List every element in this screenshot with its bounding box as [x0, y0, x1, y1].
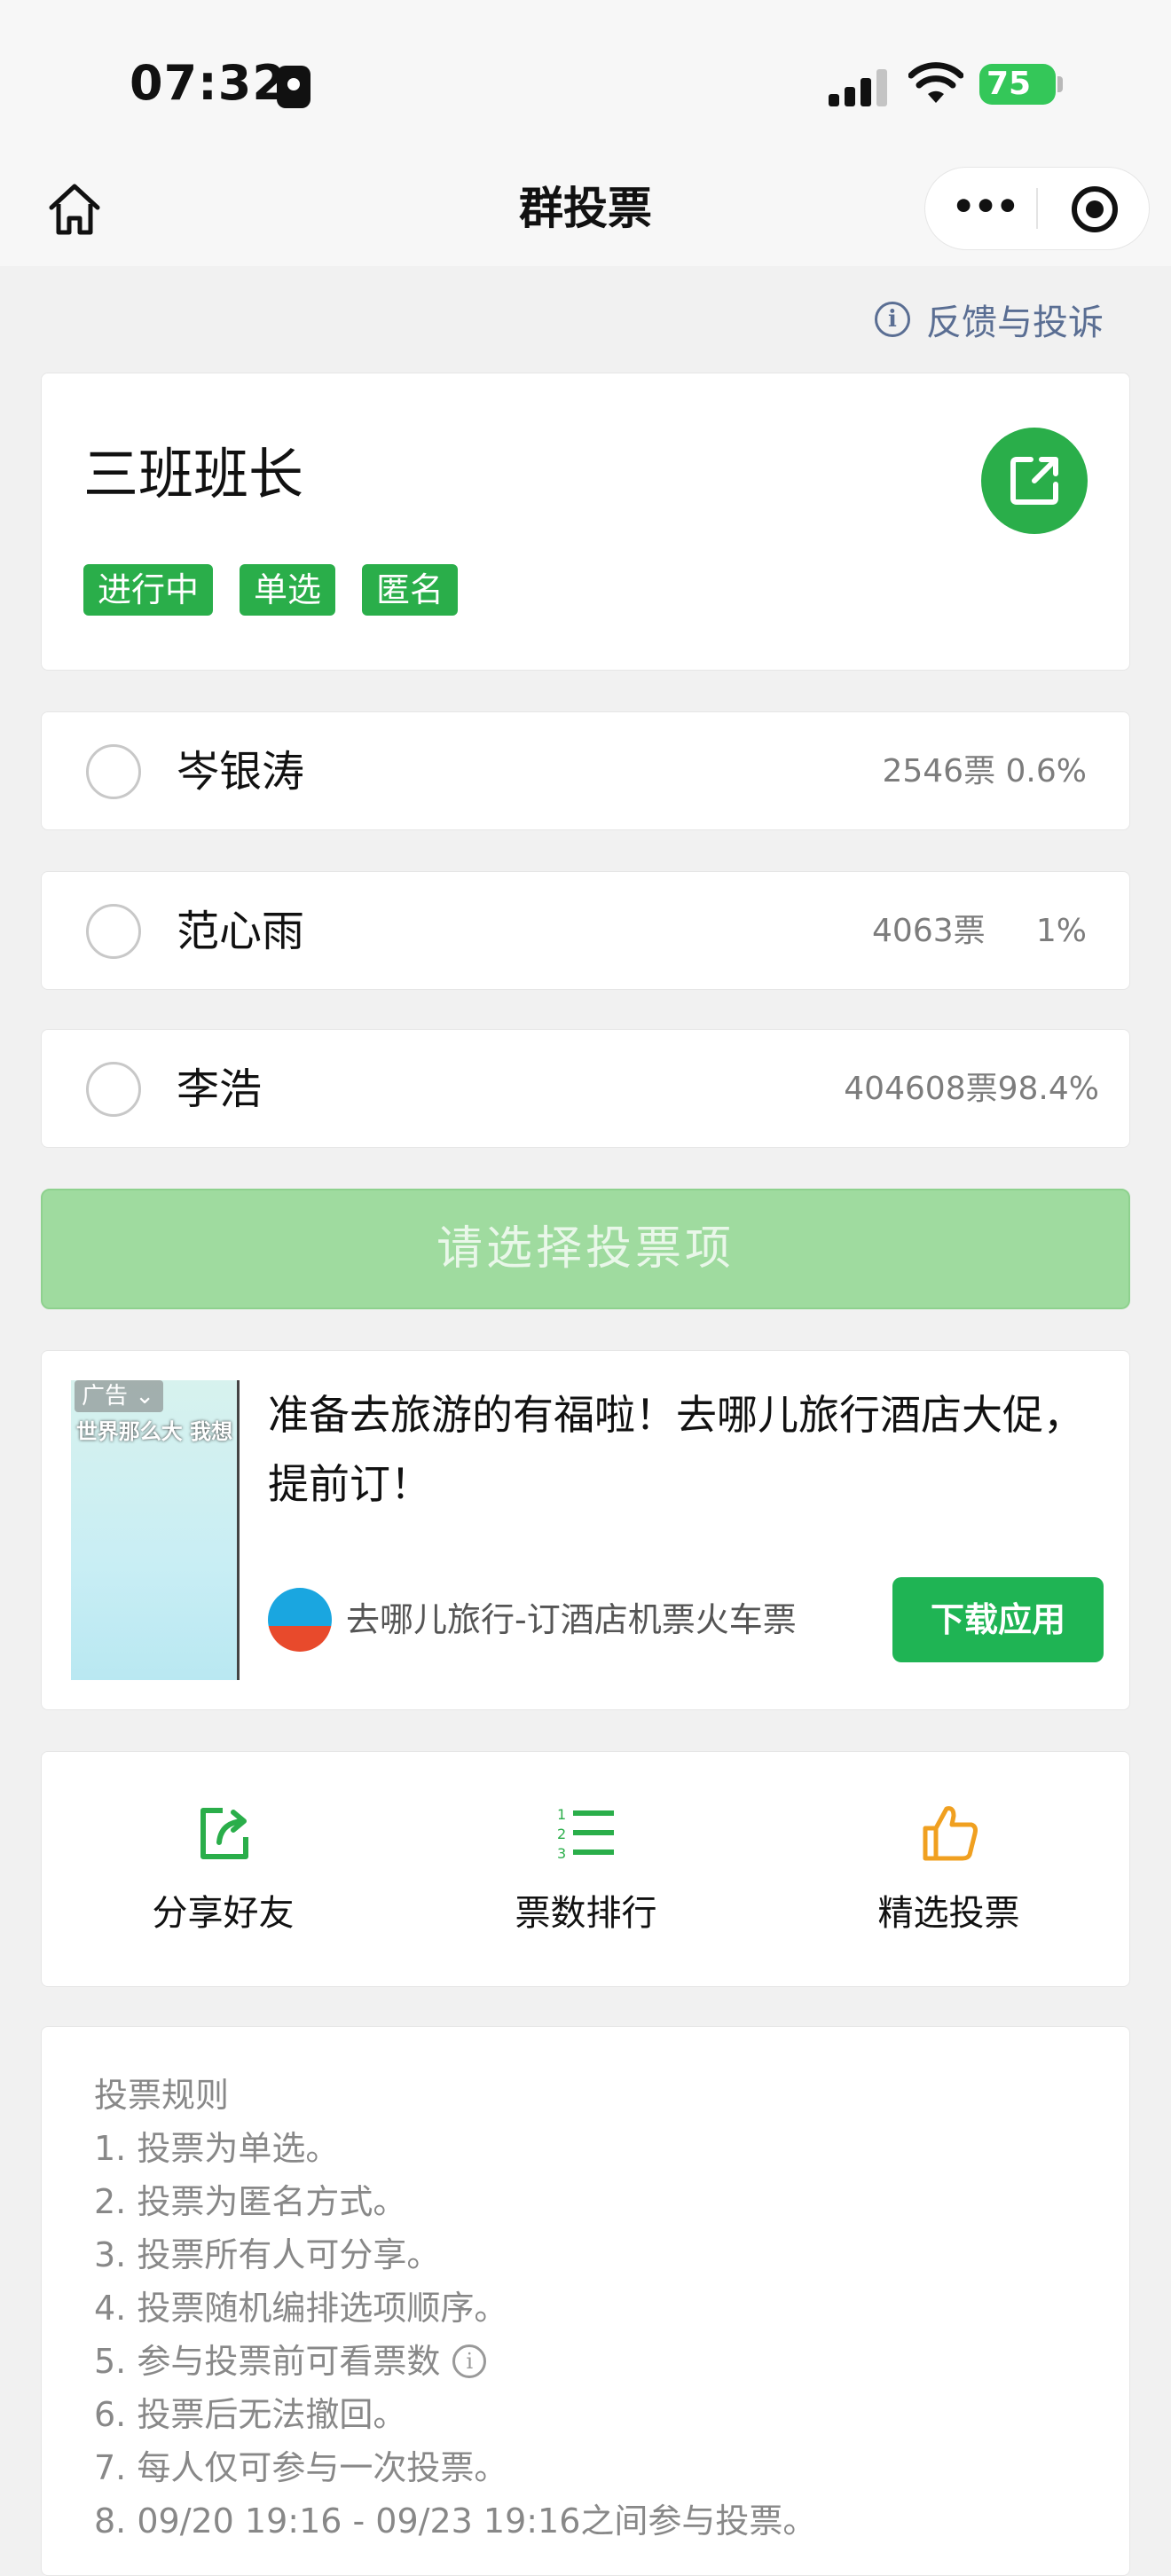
- vote-option[interactable]: 李浩 404608票98.4%: [41, 1029, 1130, 1148]
- option-votes: 404608票: [844, 1071, 998, 1107]
- rule-item-text: 5. 参与投票前可看票数: [94, 2342, 441, 2381]
- option-stats: 4063票 1%: [872, 907, 1087, 955]
- type-tag: 单选: [240, 564, 336, 616]
- close-mini-program-button[interactable]: [1072, 186, 1118, 232]
- rule-item: 3. 投票所有人可分享。: [94, 2235, 441, 2274]
- featured-polls-label: 精选投票: [877, 1893, 1020, 1934]
- rule-item: 1. 投票为单选。: [94, 2129, 340, 2168]
- wifi-icon: [908, 62, 963, 103]
- cellular-signal-icon: [829, 69, 891, 106]
- status-time: 07:32: [130, 55, 287, 111]
- poll-tags: 进行中 单选 匿名: [83, 564, 459, 616]
- anonymous-tag: 匿名: [362, 564, 459, 616]
- battery-level: 75: [986, 66, 1032, 102]
- svg-text:2: 2: [557, 1826, 566, 1842]
- feedback-link[interactable]: i 反馈与投诉: [875, 293, 1104, 346]
- capsule-divider: [1036, 188, 1038, 229]
- option-votes: 4063票: [872, 913, 986, 949]
- info-icon: i: [875, 302, 910, 337]
- option-stats: 2546票 0.6%: [882, 748, 1087, 796]
- advertiser-logo: [268, 1588, 332, 1652]
- rules-list: 投票规则 1. 投票为单选。 2. 投票为匿名方式。 3. 投票所有人可分享。 …: [94, 2069, 816, 2548]
- featured-polls-action[interactable]: 精选投票: [767, 1752, 1130, 1988]
- advertiser-name: 去哪儿旅行-订酒店机票火车票: [346, 1600, 797, 1639]
- vote-option[interactable]: 岑银涛 2546票 0.6%: [41, 711, 1130, 830]
- ad-badge[interactable]: 广告 ⌄: [75, 1380, 163, 1412]
- vote-option[interactable]: 范心雨 4063票 1%: [41, 871, 1130, 990]
- rule-item: 4. 投票随机编排选项顺序。: [94, 2289, 508, 2328]
- battery-tip: [1057, 76, 1063, 92]
- rule-item: 2. 投票为匿名方式。: [94, 2182, 407, 2221]
- option-percent: 0.6%: [1005, 753, 1087, 789]
- vote-ranking-action[interactable]: 1 2 3 票数排行: [405, 1752, 767, 1988]
- battery-indicator: 75: [979, 64, 1056, 105]
- download-app-button[interactable]: 下载应用: [892, 1577, 1104, 1662]
- external-share-icon: [1010, 457, 1058, 505]
- option-stats: 404608票98.4%: [844, 1065, 1099, 1113]
- actions-card: 分享好友 1 2 3 票数排行 精选投票: [41, 1751, 1130, 1987]
- option-name: 范心雨: [177, 907, 305, 956]
- more-options-button[interactable]: •••: [949, 186, 1020, 231]
- poll-header-card: [41, 373, 1130, 671]
- feedback-label: 反馈与投诉: [926, 302, 1104, 343]
- option-name: 李浩: [177, 1064, 263, 1114]
- info-icon[interactable]: i: [452, 2344, 487, 2378]
- rule-item: 5. 参与投票前可看票数 i: [94, 2335, 816, 2388]
- option-percent: 98.4%: [997, 1071, 1099, 1107]
- option-name: 岑银涛: [177, 747, 305, 797]
- ranking-list-icon: 1 2 3: [557, 1806, 614, 1862]
- share-icon: [200, 1808, 248, 1859]
- radio-button[interactable]: [86, 904, 141, 959]
- share-poll-button[interactable]: [981, 428, 1088, 534]
- svg-text:3: 3: [557, 1845, 566, 1862]
- ad-badge-label: 广告: [82, 1383, 129, 1410]
- poll-title: 三班班长: [83, 442, 304, 507]
- share-friends-action[interactable]: 分享好友: [42, 1752, 405, 1988]
- rule-item: 8. 09/20 19:16 - 09/23 19:16之间参与投票。: [94, 2501, 817, 2541]
- status-tag: 进行中: [83, 564, 214, 616]
- orientation-lock-icon: [277, 66, 310, 108]
- ad-thumbnail-caption: 世界那么大 我想: [75, 1419, 233, 1444]
- svg-text:1: 1: [557, 1806, 566, 1823]
- rules-heading: 投票规则: [94, 2076, 230, 2115]
- thumbs-up-icon: [923, 1806, 978, 1861]
- vote-ranking-label: 票数排行: [515, 1893, 657, 1934]
- radio-button[interactable]: [86, 744, 141, 799]
- share-friends-label: 分享好友: [152, 1893, 295, 1934]
- option-votes: 2546票: [882, 753, 996, 789]
- ad-headline[interactable]: 准备去旅游的有福啦！去哪儿旅行酒店大促，提前订！: [268, 1380, 1102, 1519]
- option-percent: 1%: [1035, 913, 1087, 949]
- rule-item: 7. 每人仅可参与一次投票。: [94, 2448, 508, 2487]
- rule-item: 6. 投票后无法撤回。: [94, 2395, 407, 2434]
- submit-vote-button[interactable]: 请选择投票项: [41, 1189, 1130, 1309]
- radio-button[interactable]: [86, 1062, 141, 1117]
